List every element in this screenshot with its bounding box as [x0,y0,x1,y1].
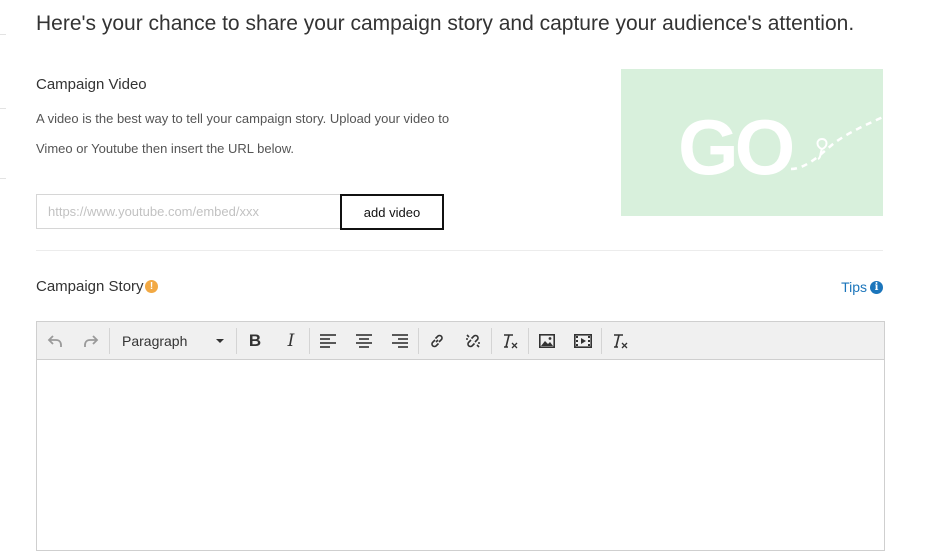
clear-formatting-button[interactable] [602,322,638,359]
story-editor: Paragraph B I [36,321,885,551]
redo-button[interactable] [73,322,109,359]
block-format-select[interactable]: Paragraph [110,322,236,359]
section-divider [36,250,883,251]
video-description-line: Vimeo or Youtube then insert the URL bel… [36,141,295,156]
align-right-button[interactable] [382,322,418,359]
link-icon [431,334,443,347]
bold-icon: B [248,330,262,350]
redo-icon [84,334,99,347]
campaign-story-label: Campaign Story [36,278,144,295]
align-right-icon [392,333,408,348]
left-edge-rule [0,178,6,179]
remove-link-button[interactable] [455,322,491,359]
insert-video-button[interactable] [565,322,601,359]
video-url-input[interactable] [36,194,340,229]
video-description: A video is the best way to tell your cam… [36,104,466,164]
go-logo-image: GO [621,69,883,216]
image-icon [539,333,555,348]
block-format-value: Paragraph [122,332,188,349]
info-icon: i [870,280,883,294]
align-left-icon [320,333,336,348]
editor-content-area[interactable] [37,360,884,550]
add-video-button[interactable]: add video [340,194,444,230]
left-edge-rule [0,34,6,35]
unlink-icon [466,333,480,348]
go-logo-graphic: GO [678,103,883,191]
video-description-line: A video is the best way to tell your cam… [36,111,450,126]
insert-link-button[interactable] [419,322,455,359]
align-center-icon [356,333,372,348]
align-left-button[interactable] [310,322,346,359]
left-edge-rule [0,108,6,109]
italic-button[interactable]: I [273,322,309,359]
undo-icon [47,334,62,347]
clear-formatting-icon [614,333,628,348]
tips-link[interactable]: Tips i [841,279,883,295]
clear-formatting-icon [504,333,518,348]
clear-formatting-button[interactable] [492,322,528,359]
warning-icon[interactable]: ! [145,280,158,293]
chevron-down-icon [216,338,224,343]
bold-button[interactable]: B [237,322,273,359]
editor-toolbar: Paragraph B I [37,322,884,360]
undo-button[interactable] [37,322,73,359]
insert-image-button[interactable] [529,322,565,359]
page-title: Here's your chance to share your campaig… [36,12,855,35]
campaign-video-label: Campaign Video [36,76,147,93]
go-logo-text: GO [678,103,793,191]
italic-icon: I [287,330,295,351]
align-center-button[interactable] [346,322,382,359]
video-icon [574,333,592,348]
tips-label: Tips [841,279,867,295]
